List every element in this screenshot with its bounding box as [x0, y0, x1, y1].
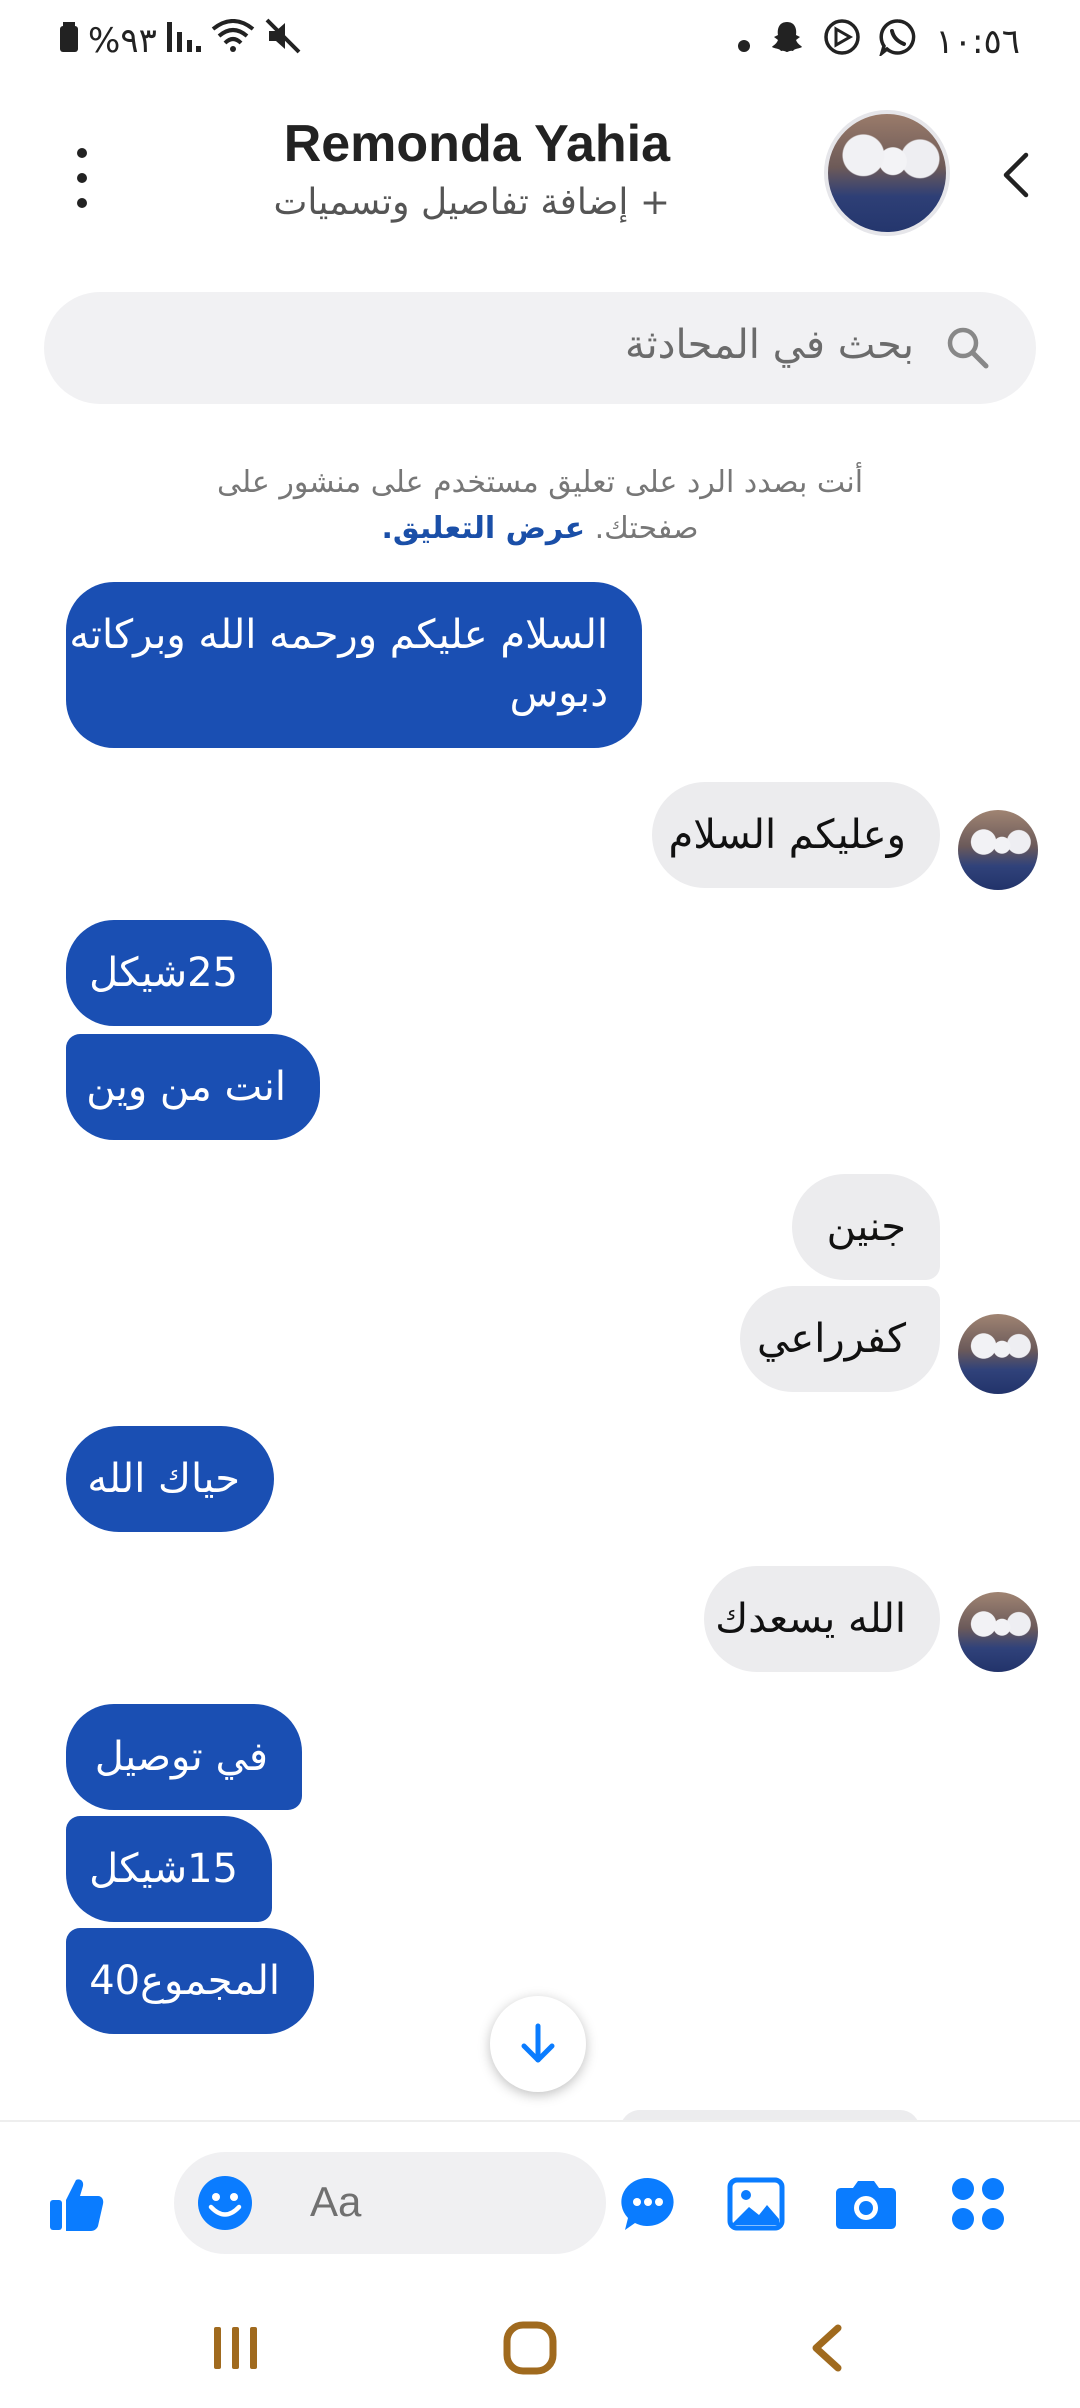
message-text: وعليكم السلام [668, 812, 906, 858]
message-text: في توصيل [94, 1734, 268, 1780]
app-icon [823, 18, 861, 65]
message-input[interactable]: Aa [174, 2152, 606, 2254]
camera-button[interactable] [834, 2172, 898, 2236]
back-button[interactable] [984, 144, 1046, 206]
gallery-icon [727, 2177, 785, 2231]
add-details-link[interactable]: + إضافة تفاصيل وتسميات [274, 182, 671, 223]
message-bubble-outgoing[interactable]: المجموع40 [66, 1928, 314, 2034]
message-bubble-incoming[interactable]: الله يسعدك [704, 1566, 940, 1672]
chat-bubble-icon [621, 2177, 674, 2230]
arrow-down-icon [521, 2023, 555, 2063]
system-navigation-bar [0, 2280, 1080, 2408]
message-bubble-outgoing[interactable]: في توصيل [66, 1704, 302, 1810]
message-text: كفرراعي [757, 1316, 906, 1362]
message-text: حياك الله [87, 1456, 240, 1502]
status-bar: %٩٣ ١٠:٥٦ [0, 0, 1080, 84]
emoji-icon[interactable] [196, 2174, 254, 2232]
sender-avatar[interactable] [958, 1314, 1038, 1394]
message-text: جنين [826, 1204, 906, 1250]
snapchat-icon [769, 19, 805, 64]
message-input-placeholder: Aa [310, 2178, 362, 2225]
more-options-button[interactable] [62, 148, 102, 208]
status-bar-right: ١٠:٥٦ [737, 18, 1020, 65]
message-bubble-outgoing[interactable]: 15شيكل [66, 1816, 272, 1922]
message-text: دبوس [509, 670, 608, 716]
whatsapp-icon [879, 18, 917, 65]
battery-icon [60, 21, 78, 61]
search-conversation-input[interactable]: بحث في المحادثة [44, 292, 1036, 404]
sender-avatar[interactable] [958, 1592, 1038, 1672]
contact-avatar[interactable] [824, 110, 950, 236]
camera-icon [836, 2181, 896, 2229]
scroll-to-bottom-button[interactable] [490, 1996, 586, 2092]
apps-button[interactable] [946, 2172, 1010, 2236]
status-bar-left: %٩٣ [60, 18, 301, 63]
message-text: انت من وين [86, 1064, 286, 1110]
dot-icon [737, 22, 751, 62]
comment-reply-notice: أنت بصدد الرد على تعليق مستخدم على منشور… [200, 460, 880, 552]
message-bubble-outgoing[interactable]: 25شيكل [66, 920, 272, 1026]
message-text: 25شيكل [89, 950, 238, 996]
recent-apps-icon [214, 2327, 257, 2369]
wifi-icon [211, 19, 255, 62]
more-vertical-icon [77, 148, 87, 158]
clock: ١٠:٥٦ [935, 21, 1020, 62]
message-bubble-incoming[interactable]: وعليكم السلام [652, 782, 940, 888]
home-button[interactable] [490, 2308, 570, 2388]
message-bubble-outgoing[interactable]: السلام عليكم ورحمه الله وبركاته دبوس [66, 582, 642, 748]
message-bubble-incoming[interactable]: جنين [792, 1174, 940, 1280]
battery-percent: %٩٣ [88, 20, 157, 61]
message-bubble-outgoing[interactable]: حياك الله [66, 1426, 274, 1532]
message-bubble-incoming[interactable]: كفرراعي [740, 1286, 940, 1392]
message-text: المجموع40 [89, 1958, 280, 2004]
message-text: الله يسعدك [715, 1596, 906, 1642]
search-icon [947, 327, 989, 369]
like-icon [50, 2179, 104, 2231]
message-bubble-outgoing[interactable]: انت من وين [66, 1034, 320, 1140]
back-arrow-icon [812, 2324, 842, 2372]
like-button[interactable] [44, 2172, 108, 2236]
signal-icon [166, 21, 201, 61]
sender-avatar[interactable] [958, 810, 1038, 890]
search-placeholder: بحث في المحادثة [625, 322, 914, 368]
back-nav-button[interactable] [786, 2308, 866, 2388]
apps-icon [952, 2178, 1004, 2230]
home-icon [503, 2321, 557, 2375]
menu-dot [77, 173, 87, 183]
contact-name[interactable]: Remonda Yahia [284, 114, 670, 174]
message-text: السلام عليكم ورحمه الله وبركاته [69, 612, 608, 658]
mute-icon [265, 18, 301, 63]
chat-bubble-button[interactable] [616, 2172, 680, 2236]
message-text: 15شيكل [89, 1846, 238, 1892]
menu-dot [77, 198, 87, 208]
view-comment-link[interactable]: عرض التعليق. [381, 511, 585, 546]
gallery-button[interactable] [724, 2172, 788, 2236]
conversation-header: Remonda Yahia + إضافة تفاصيل وتسميات [0, 100, 1080, 260]
recent-apps-button[interactable] [196, 2308, 276, 2388]
composer-bar: Aa [0, 2120, 1080, 2282]
chevron-left-icon [1003, 152, 1029, 198]
